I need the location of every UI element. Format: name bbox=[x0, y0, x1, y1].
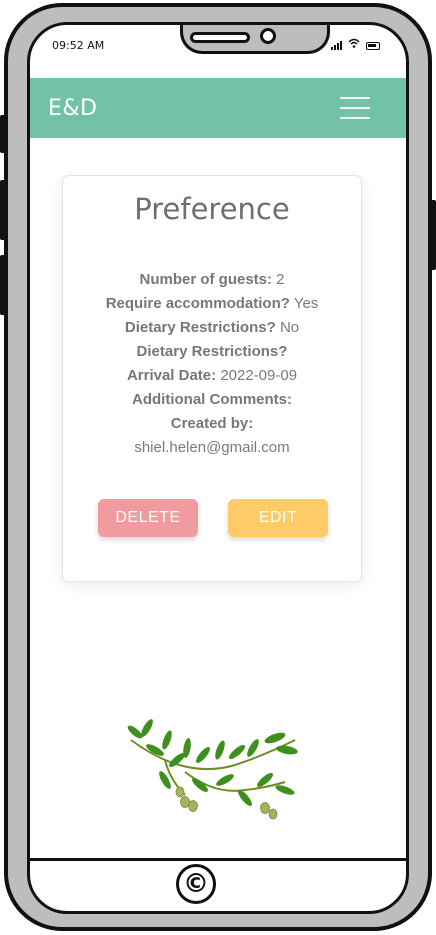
olive-branch-icon bbox=[127, 719, 298, 820]
arrival-date-row: Arrival Date: 2022-09-09 bbox=[63, 364, 361, 388]
phone-side-button bbox=[0, 180, 6, 240]
signal-icon bbox=[331, 40, 342, 50]
guests-value: 2 bbox=[276, 271, 285, 288]
accommodation-value: Yes bbox=[293, 295, 319, 312]
status-time: 09:52 AM bbox=[52, 39, 105, 52]
battery-icon bbox=[366, 42, 380, 50]
accommodation-row: Require accommodation? Yes bbox=[63, 292, 361, 316]
delete-button[interactable]: DELETE bbox=[98, 499, 198, 537]
arrival-date-label: Arrival Date: bbox=[126, 367, 217, 384]
phone-screen: 09:52 AM E&D Preference Number of guests… bbox=[27, 22, 409, 914]
hamburger-menu-icon[interactable] bbox=[340, 97, 370, 119]
card-title: Preference bbox=[134, 192, 290, 226]
comments-row: Additional Comments: bbox=[63, 388, 361, 412]
phone-side-button bbox=[0, 255, 6, 315]
camera-icon bbox=[260, 28, 276, 44]
phone-side-button bbox=[0, 115, 6, 153]
dietary-label: Dietary Restrictions? bbox=[124, 319, 276, 336]
navbar: E&D bbox=[30, 78, 406, 138]
guests-row: Number of guests: 2 bbox=[63, 268, 361, 292]
accommodation-label: Require accommodation? bbox=[105, 295, 290, 312]
wifi-icon bbox=[348, 38, 360, 50]
edit-button[interactable]: EDIT bbox=[228, 499, 328, 537]
brand-logo[interactable]: E&D bbox=[48, 96, 98, 121]
status-icons bbox=[331, 38, 380, 50]
footer-divider bbox=[30, 858, 406, 861]
guests-label: Number of guests: bbox=[139, 271, 272, 288]
creator-email: shiel.helen@gmail.com bbox=[134, 439, 290, 456]
phone-side-button bbox=[430, 200, 436, 270]
arrival-date-value: 2022-09-09 bbox=[220, 367, 298, 384]
created-by-row: Created by: bbox=[63, 412, 361, 436]
copyright-icon: © bbox=[176, 864, 216, 904]
dietary-row: Dietary Restrictions? No bbox=[63, 316, 361, 340]
created-by-label: Created by: bbox=[170, 415, 254, 432]
dietary-value: No bbox=[279, 319, 300, 336]
speaker-icon bbox=[190, 32, 250, 43]
dietary-details-label: Dietary Restrictions? bbox=[136, 343, 288, 360]
preference-card: Preference Number of guests: 2 Require a… bbox=[62, 175, 362, 582]
preference-details: Number of guests: 2 Require accommodatio… bbox=[63, 268, 361, 460]
comments-label: Additional Comments: bbox=[132, 391, 292, 408]
dietary-details-row: Dietary Restrictions? bbox=[63, 340, 361, 364]
